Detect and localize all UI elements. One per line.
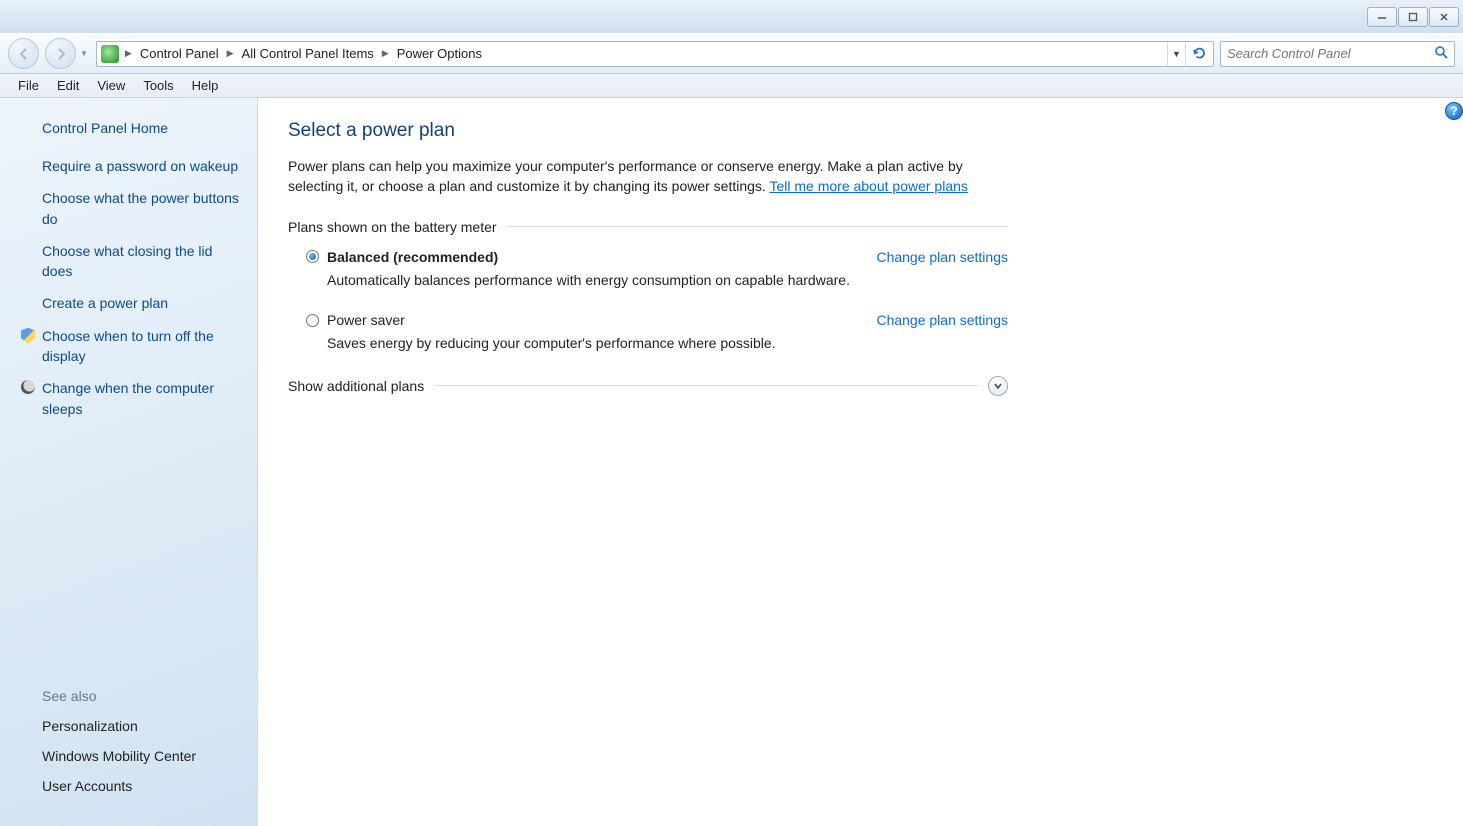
sidebar-item-label: Choose what closing the lid does xyxy=(42,241,243,282)
change-plan-settings-link[interactable]: Change plan settings xyxy=(876,249,1008,265)
sidebar-link-close-lid[interactable]: Choose what closing the lid does xyxy=(14,241,243,282)
sidebar-link-power-buttons[interactable]: Choose what the power buttons do xyxy=(14,188,243,229)
refresh-button[interactable] xyxy=(1185,42,1213,66)
search-icon[interactable] xyxy=(1434,45,1448,62)
seealso-personalization[interactable]: Personalization xyxy=(42,718,243,734)
address-bar[interactable]: ▶ Control Panel ▶ All Control Panel Item… xyxy=(96,41,1214,67)
sidebar-link-password-wakeup[interactable]: Require a password on wakeup xyxy=(14,156,243,176)
expand-button[interactable] xyxy=(988,376,1008,396)
breadcrumb-all-items[interactable]: All Control Panel Items xyxy=(238,42,378,66)
breadcrumb-power-options[interactable]: Power Options xyxy=(393,42,486,66)
menu-bar: File Edit View Tools Help xyxy=(0,74,1463,98)
back-button[interactable] xyxy=(8,38,39,69)
menu-edit[interactable]: Edit xyxy=(49,76,87,95)
menu-file[interactable]: File xyxy=(10,76,47,95)
section-battery-meter: Plans shown on the battery meter xyxy=(288,219,1008,235)
sidebar-item-label: Require a password on wakeup xyxy=(42,156,243,176)
minimize-button[interactable] xyxy=(1367,7,1397,27)
plan-description: Saves energy by reducing your computer's… xyxy=(327,334,1008,354)
change-plan-settings-link[interactable]: Change plan settings xyxy=(876,312,1008,328)
seealso-mobility-center[interactable]: Windows Mobility Center xyxy=(42,748,243,764)
plan-name-label: Balanced (recommended) xyxy=(327,249,498,265)
plan-name-label: Power saver xyxy=(327,312,405,328)
forward-button[interactable] xyxy=(45,38,76,69)
control-panel-home-link[interactable]: Control Panel Home xyxy=(42,120,243,136)
breadcrumb-separator-icon: ▶ xyxy=(121,48,136,59)
menu-view[interactable]: View xyxy=(89,76,133,95)
radio-icon xyxy=(306,314,319,327)
sidebar-item-label: Create a power plan xyxy=(42,293,243,313)
divider xyxy=(507,226,1008,227)
maximize-button[interactable] xyxy=(1398,7,1428,27)
see-also-heading: See also xyxy=(42,688,243,704)
seealso-user-accounts[interactable]: User Accounts xyxy=(42,778,243,794)
moon-icon xyxy=(21,380,35,394)
sidebar-item-label: Choose when to turn off the display xyxy=(42,326,243,367)
sidebar-link-computer-sleeps[interactable]: Change when the computer sleeps xyxy=(14,378,243,419)
address-dropdown-button[interactable]: ▼ xyxy=(1167,42,1185,66)
breadcrumb-control-panel[interactable]: Control Panel xyxy=(136,42,223,66)
breadcrumb-separator-icon: ▶ xyxy=(378,48,393,59)
chevron-down-icon xyxy=(993,381,1003,391)
sidebar: Control Panel Home Require a password on… xyxy=(0,98,258,826)
show-additional-plans-row: Show additional plans xyxy=(288,376,1008,396)
plan-description: Automatically balances performance with … xyxy=(327,271,1008,291)
search-box[interactable] xyxy=(1220,41,1455,67)
breadcrumb-separator-icon: ▶ xyxy=(223,48,238,59)
search-input[interactable] xyxy=(1227,46,1434,61)
help-icon[interactable]: ? xyxy=(1445,102,1463,120)
radio-icon xyxy=(306,250,319,263)
menu-tools[interactable]: Tools xyxy=(135,76,181,95)
sidebar-item-label: Change when the computer sleeps xyxy=(42,378,243,419)
page-heading: Select a power plan xyxy=(288,120,1008,142)
navigation-bar: ▼ ▶ Control Panel ▶ All Control Panel It… xyxy=(0,33,1463,74)
plan-radio-power-saver[interactable]: Power saver xyxy=(306,312,405,328)
control-panel-icon xyxy=(101,45,119,63)
divider xyxy=(434,385,978,386)
main-content: Select a power plan Power plans can help… xyxy=(258,98,1463,826)
plan-balanced: Balanced (recommended) Change plan setti… xyxy=(306,249,1008,291)
sidebar-link-create-plan[interactable]: Create a power plan xyxy=(14,293,243,313)
menu-help[interactable]: Help xyxy=(184,76,227,95)
sidebar-item-label: Choose what the power buttons do xyxy=(42,188,243,229)
window-titlebar xyxy=(0,0,1463,33)
plan-power-saver: Power saver Change plan settings Saves e… xyxy=(306,312,1008,354)
sidebar-link-turn-off-display[interactable]: Choose when to turn off the display xyxy=(14,326,243,367)
plan-radio-balanced[interactable]: Balanced (recommended) xyxy=(306,249,498,265)
nav-history-dropdown[interactable]: ▼ xyxy=(78,49,90,58)
close-button[interactable] xyxy=(1429,7,1459,27)
tell-me-more-link[interactable]: Tell me more about power plans xyxy=(769,178,967,194)
expander-label: Show additional plans xyxy=(288,378,424,394)
intro-text: Power plans can help you maximize your c… xyxy=(288,156,1008,197)
shield-icon xyxy=(21,328,36,344)
